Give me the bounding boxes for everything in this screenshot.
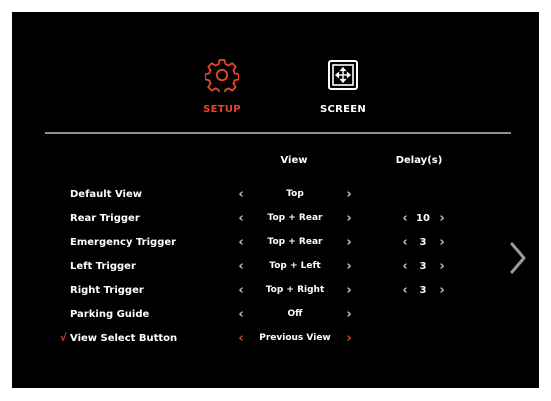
view-value: Off bbox=[287, 309, 303, 319]
screen-move-icon bbox=[328, 60, 358, 90]
tab-screen[interactable]: SCREEN bbox=[303, 58, 383, 118]
setting-row-rear-trigger: Rear Trigger ‹ Top + Rear › ‹ 10 › bbox=[12, 210, 539, 230]
tab-setup-label: SETUP bbox=[203, 104, 241, 115]
selected-check-icon: √ bbox=[60, 333, 67, 344]
column-header-delay: Delay(s) bbox=[395, 155, 443, 166]
view-prev-arrow[interactable]: ‹ bbox=[234, 283, 248, 299]
view-value: Top + Left bbox=[269, 261, 321, 271]
setting-label: View Select Button bbox=[70, 333, 178, 344]
view-prev-arrow[interactable]: ‹ bbox=[234, 211, 248, 227]
view-prev-arrow[interactable]: ‹ bbox=[234, 331, 248, 347]
setting-label: Left Trigger bbox=[70, 261, 136, 272]
setting-row-left-trigger: Left Trigger ‹ Top + Left › ‹ 3 › bbox=[12, 258, 539, 278]
view-next-arrow[interactable]: › bbox=[342, 211, 356, 227]
setting-row-right-trigger: Right Trigger ‹ Top + Right › ‹ 3 › bbox=[12, 282, 539, 302]
view-prev-arrow[interactable]: ‹ bbox=[234, 307, 248, 323]
delay-increase-arrow[interactable]: › bbox=[436, 235, 448, 251]
view-prev-arrow[interactable]: ‹ bbox=[234, 259, 248, 275]
setting-row-view-select-button: √ View Select Button ‹ Previous View › bbox=[12, 330, 539, 350]
view-next-arrow[interactable]: › bbox=[342, 331, 356, 347]
view-value: Previous View bbox=[259, 333, 331, 343]
view-next-arrow[interactable]: › bbox=[342, 259, 356, 275]
view-prev-arrow[interactable]: ‹ bbox=[234, 187, 248, 203]
setting-row-default-view: Default View ‹ Top › bbox=[12, 186, 539, 206]
column-header-view: View bbox=[280, 155, 308, 166]
view-value: Top + Rear bbox=[267, 237, 323, 247]
delay-value: 3 bbox=[419, 237, 427, 248]
view-value: Top + Rear bbox=[267, 213, 323, 223]
delay-increase-arrow[interactable]: › bbox=[436, 211, 448, 227]
view-next-arrow[interactable]: › bbox=[342, 235, 356, 251]
view-prev-arrow[interactable]: ‹ bbox=[234, 235, 248, 251]
view-next-arrow[interactable]: › bbox=[342, 283, 356, 299]
view-value: Top bbox=[286, 189, 304, 199]
delay-increase-arrow[interactable]: › bbox=[436, 283, 448, 299]
divider bbox=[45, 132, 511, 134]
gear-icon bbox=[205, 59, 239, 92]
chevron-right-icon[interactable] bbox=[506, 238, 530, 278]
tab-screen-label: SCREEN bbox=[319, 104, 367, 115]
view-next-arrow[interactable]: › bbox=[342, 307, 356, 323]
delay-value: 3 bbox=[419, 261, 427, 272]
setting-row-parking-guide: Parking Guide ‹ Off › bbox=[12, 306, 539, 326]
setting-label: Right Trigger bbox=[70, 285, 144, 296]
setting-label: Emergency Trigger bbox=[70, 237, 177, 248]
view-value: Top + Right bbox=[265, 285, 325, 295]
setting-label: Default View bbox=[70, 189, 143, 200]
setup-screen: SETUP SCREEN View Delay(s) Default View … bbox=[12, 12, 539, 388]
setting-row-emergency-trigger: Emergency Trigger ‹ Top + Rear › ‹ 3 › bbox=[12, 234, 539, 254]
tab-setup[interactable]: SETUP bbox=[182, 58, 262, 118]
delay-value: 3 bbox=[419, 285, 427, 296]
view-next-arrow[interactable]: › bbox=[342, 187, 356, 203]
delay-value: 10 bbox=[416, 213, 430, 224]
setting-label: Parking Guide bbox=[70, 309, 150, 320]
delay-increase-arrow[interactable]: › bbox=[436, 259, 448, 275]
setting-label: Rear Trigger bbox=[70, 213, 140, 224]
